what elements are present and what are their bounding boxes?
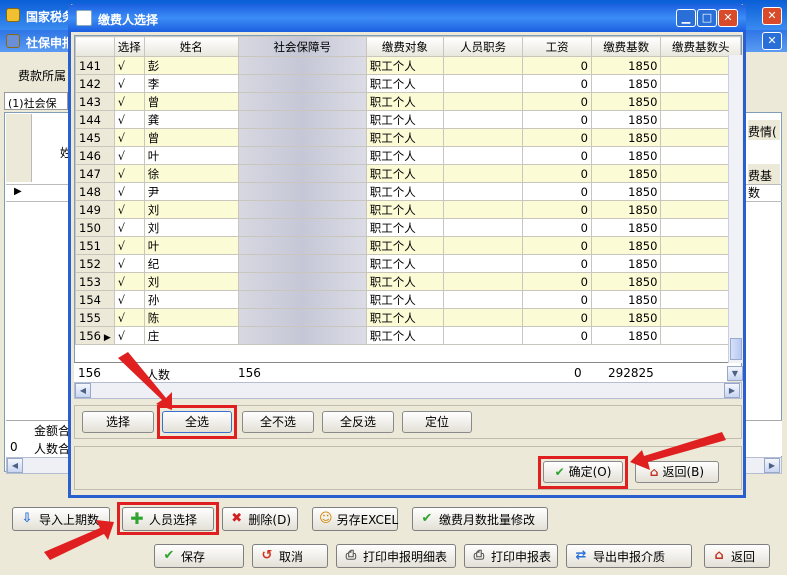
arrow-to-select-all — [118, 352, 172, 410]
arrow-to-ok — [630, 432, 726, 470]
arrow-to-person-select — [44, 520, 114, 560]
annotation-arrows — [44, 352, 726, 560]
